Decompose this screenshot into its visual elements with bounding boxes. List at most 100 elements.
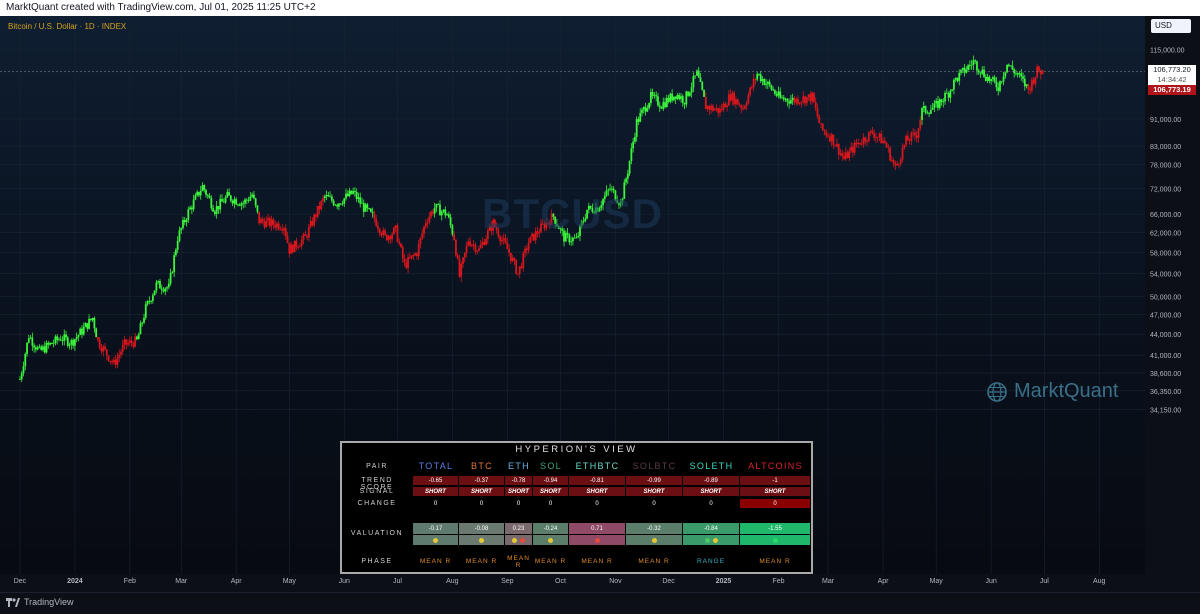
candle-body xyxy=(740,105,743,109)
phase-cell: MEAN R xyxy=(465,558,498,565)
candle-body xyxy=(823,129,826,132)
valuation-indicator xyxy=(459,535,504,545)
candle-body xyxy=(424,223,427,227)
candle-body xyxy=(850,146,853,151)
candle-body xyxy=(1000,81,1003,83)
candle-body xyxy=(458,258,461,277)
candle-body xyxy=(1009,65,1012,67)
currency-button[interactable]: USD xyxy=(1151,19,1191,33)
candle-body xyxy=(221,199,223,202)
candle-body xyxy=(664,102,666,107)
candle-body xyxy=(993,77,996,82)
candle-body xyxy=(782,97,785,100)
candle-body xyxy=(267,218,269,221)
candle-body xyxy=(263,221,266,228)
candle-body xyxy=(742,108,744,110)
candle-body xyxy=(136,336,138,340)
candle-body xyxy=(910,132,913,141)
candle-body xyxy=(339,203,342,205)
candle-body xyxy=(912,132,915,134)
candle-body xyxy=(175,249,177,256)
candle-body xyxy=(361,202,363,204)
candle-body xyxy=(928,113,931,114)
candle-body xyxy=(151,295,154,301)
y-tick-label: 50,000.00 xyxy=(1150,294,1181,301)
candle-body xyxy=(509,252,512,262)
candle-body xyxy=(851,146,854,153)
footer-brand: TradingView xyxy=(24,597,74,607)
candle-body xyxy=(1030,79,1033,91)
valuation-cell: 0.23 xyxy=(505,523,532,534)
valuation-indicator xyxy=(683,535,739,545)
candle-body xyxy=(341,203,344,205)
candle-body xyxy=(249,196,252,201)
candle-body xyxy=(401,247,404,259)
candle-body xyxy=(518,266,521,274)
candle-body xyxy=(433,207,436,214)
candle-body xyxy=(1022,76,1024,79)
candle-body xyxy=(453,234,456,240)
symbol-legend[interactable]: Bitcoin / U.S. Dollar · 1D · INDEX xyxy=(8,22,126,31)
candle-body xyxy=(873,133,876,138)
candle-body xyxy=(1032,79,1035,84)
candle-body xyxy=(185,220,188,223)
candle-body xyxy=(1002,76,1005,82)
candle-body xyxy=(890,160,893,161)
change-cell: 0 xyxy=(413,499,458,508)
candle-body xyxy=(699,77,702,82)
phase-cell: MEAN R xyxy=(759,558,791,565)
candle-body xyxy=(770,85,773,90)
candle-body xyxy=(729,94,732,101)
candle-body xyxy=(1020,73,1023,77)
x-tick-label: Jul xyxy=(393,578,402,585)
y-tick-label: 58,000.00 xyxy=(1150,250,1181,257)
row-label-valuation: VALUATION xyxy=(350,530,404,537)
candle-body xyxy=(98,339,101,348)
y-tick-label: 83,000.00 xyxy=(1150,144,1181,151)
candle-body xyxy=(766,81,769,84)
x-tick-label: Apr xyxy=(878,578,890,585)
candle-body xyxy=(228,192,230,196)
last-price-label: 106,773.20 14:34:42 xyxy=(1148,65,1196,85)
candle-body xyxy=(844,152,847,159)
phase-cell: MEAN R xyxy=(419,558,452,565)
candle-body xyxy=(252,194,255,199)
brand-watermark-text: MarktQuant xyxy=(1014,380,1119,402)
candle-body xyxy=(362,202,365,212)
candle-body xyxy=(825,131,828,136)
y-tick-label: 34,150.00 xyxy=(1150,407,1181,414)
candle-body xyxy=(334,204,337,206)
candle-body xyxy=(139,323,142,335)
tradingview-logo[interactable]: TradingView xyxy=(0,593,74,612)
candle-body xyxy=(276,223,278,228)
candle-body xyxy=(465,245,468,253)
x-tick-label: Jun xyxy=(339,578,350,585)
candle-body xyxy=(892,160,895,164)
candle-body xyxy=(827,135,829,137)
candle-body xyxy=(965,69,968,73)
candle-body xyxy=(268,218,271,227)
candle-body xyxy=(520,266,523,268)
candle-body xyxy=(256,205,259,212)
candle-body xyxy=(178,230,181,242)
candle-body xyxy=(784,98,787,100)
candle-body xyxy=(979,72,982,74)
candle-body xyxy=(201,185,204,192)
candle-body xyxy=(148,301,151,302)
candle-body xyxy=(931,107,934,110)
candle-body xyxy=(368,208,370,210)
candle-body xyxy=(33,345,36,348)
candle-body xyxy=(350,190,353,194)
candle-body xyxy=(244,199,246,204)
candle-body xyxy=(875,136,877,138)
candle-body xyxy=(229,195,232,201)
status-dot-icon xyxy=(512,537,517,543)
hyperion-title: HYPERION'S VIEW xyxy=(515,444,638,455)
status-dot-icon xyxy=(772,537,778,543)
candle-body xyxy=(821,123,824,130)
pair-header: SOL xyxy=(540,461,562,471)
candle-body xyxy=(66,337,69,346)
candle-body xyxy=(180,228,183,231)
candle-body xyxy=(222,201,225,203)
trend-score-cell: -0.78 xyxy=(505,476,532,485)
